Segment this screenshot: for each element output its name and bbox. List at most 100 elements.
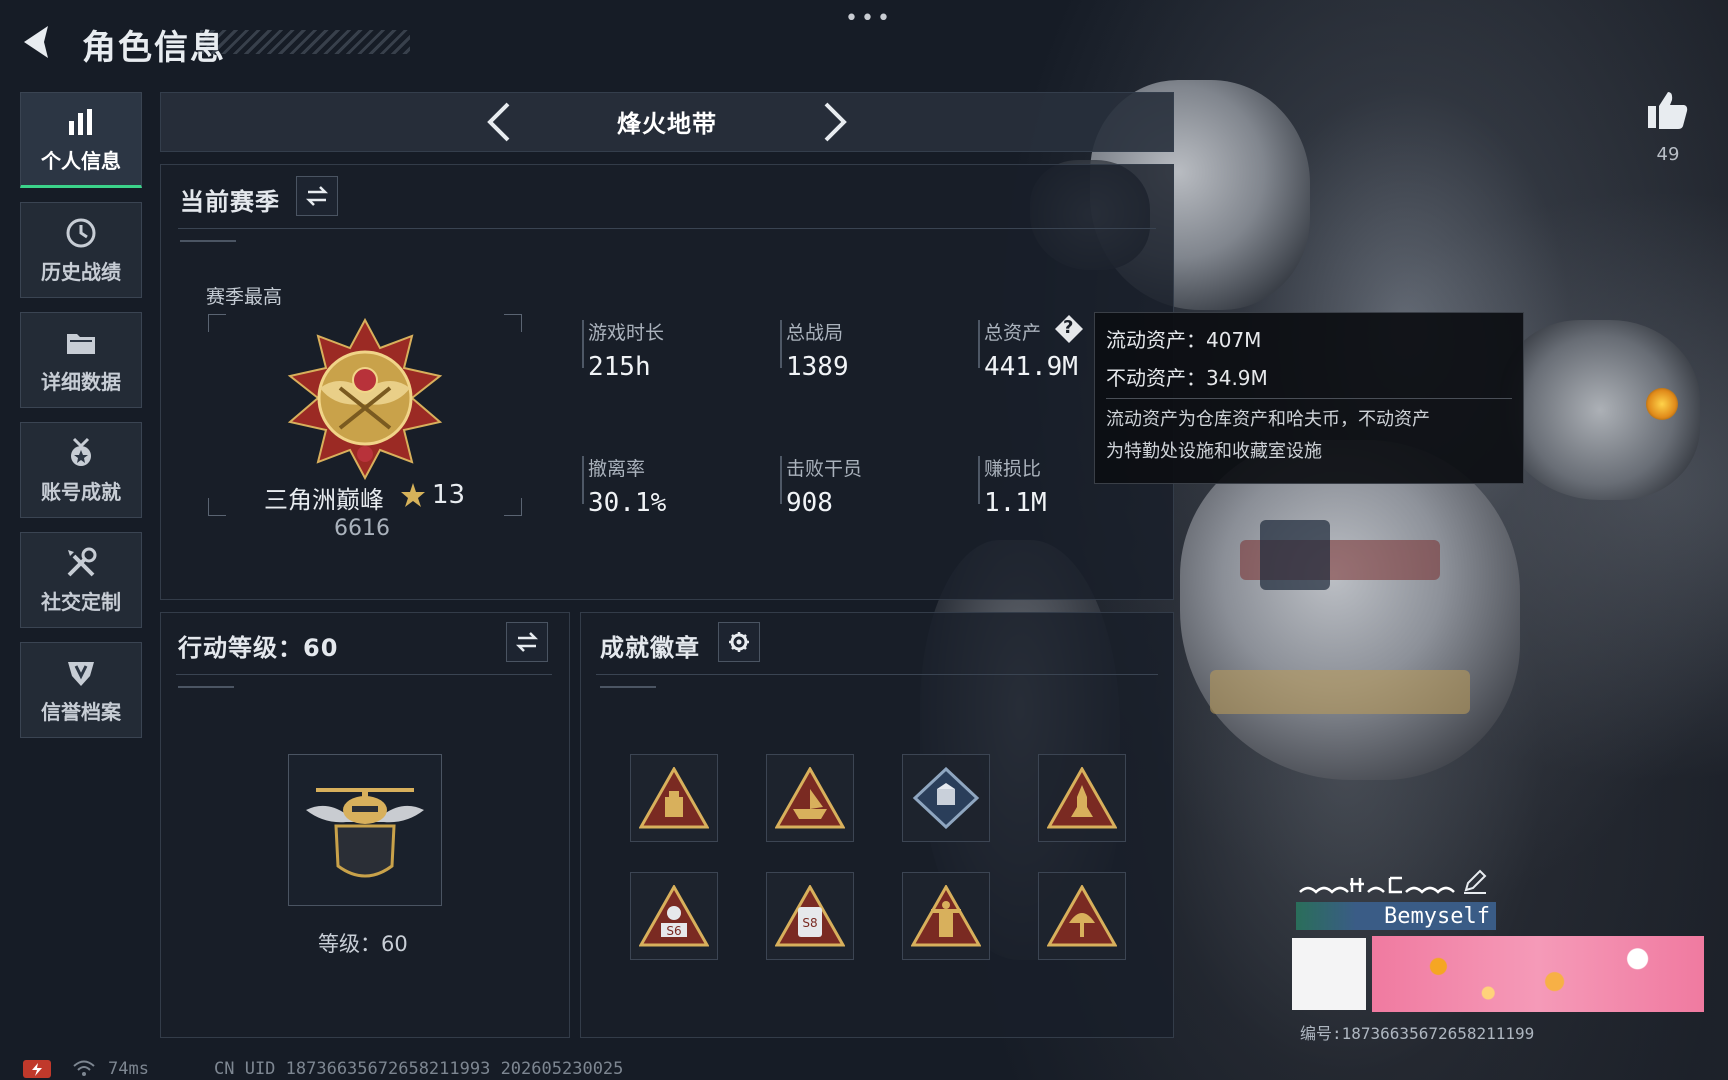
sidebar-item-label: 个人信息 [41, 148, 121, 173]
svg-text:S8: S8 [802, 916, 817, 930]
profile-id-label: Bemyself [1384, 904, 1490, 929]
rank-score: 6616 [334, 516, 390, 541]
stat-label-playtime: 游戏时长 [588, 322, 665, 344]
uid-info-text: CN UID 18736635672658211993 202605230025 [214, 1059, 624, 1079]
stat-bar [978, 320, 980, 368]
badges-title: 成就徽章 [600, 634, 700, 662]
boat-badge-icon [775, 767, 845, 829]
help-icon[interactable]: ? [1054, 314, 1084, 344]
stat-value-kills: 908 [786, 488, 833, 518]
badges-tick [600, 686, 656, 688]
sidebar-item-detailed-data[interactable]: 详细数据 [20, 312, 142, 408]
level-text: 等级：60 [318, 932, 408, 956]
badge-boat[interactable] [766, 754, 854, 842]
season-title: 当前赛季 [180, 188, 280, 216]
star-icon [401, 483, 425, 507]
badge-diamond-crate[interactable] [902, 754, 990, 842]
back-arrow-icon[interactable] [18, 22, 58, 62]
badge-s8[interactable]: S8 [766, 872, 854, 960]
stat-bar [582, 456, 584, 504]
page-title: 角色信息 [82, 28, 226, 68]
helicopter-emblem-icon [306, 788, 424, 878]
sidebar-item-personal-info[interactable]: 个人信息 [20, 92, 142, 188]
prev-mode-arrow-icon[interactable] [484, 100, 514, 144]
action-level-tick [178, 686, 234, 688]
badge-s6[interactable]: S6 [630, 872, 718, 960]
stat-bar [780, 456, 782, 504]
tower-badge-icon [911, 885, 981, 947]
stat-value-extract-rate: 30.1% [588, 488, 667, 518]
gear-icon [729, 632, 749, 652]
next-mode-arrow-icon[interactable] [820, 100, 850, 144]
rank-stars: 13 [432, 480, 466, 510]
rank-name: 三角洲巅峰 [264, 486, 384, 514]
stat-label-kills: 击败干员 [786, 458, 863, 480]
stat-bar [582, 320, 584, 368]
stat-label-total-matches: 总战局 [786, 322, 844, 344]
sidebar-item-label: 社交定制 [41, 589, 121, 614]
profile-banner-image [1372, 936, 1704, 1012]
season-tick [180, 240, 236, 242]
stat-value-profit-ratio: 1.1M [984, 488, 1047, 518]
svg-text:S6: S6 [666, 924, 681, 938]
sidebar-item-label: 账号成就 [41, 479, 121, 504]
history-clock-icon [66, 218, 96, 247]
bar-chart-icon [69, 108, 92, 135]
sidebar-item-reputation[interactable]: 信誉档案 [20, 642, 142, 738]
title-decoration [200, 30, 410, 54]
rocket-badge-icon [1047, 767, 1117, 829]
edit-pencil-icon[interactable] [1462, 868, 1488, 894]
shield-icon [68, 661, 94, 686]
swap-icon [305, 186, 329, 206]
mode-title: 烽火地带 [617, 110, 717, 138]
action-level-divider [176, 674, 552, 675]
tooltip-desc-line2: 为特勤处设施和收藏室设施 [1106, 441, 1322, 462]
medal-icon [71, 437, 91, 466]
season-divider [178, 228, 1156, 229]
sidebar-item-label: 详细数据 [41, 369, 121, 394]
badge-radar[interactable] [1038, 872, 1126, 960]
thumbs-up-icon[interactable] [1646, 88, 1690, 132]
season-switch-button[interactable] [296, 176, 338, 216]
stat-label-extract-rate: 撤离率 [588, 458, 646, 480]
stat-bar [978, 456, 980, 504]
avatar[interactable] [1292, 938, 1366, 1010]
wifi-icon [73, 1060, 95, 1076]
badges-settings-button[interactable] [718, 622, 760, 662]
badge-tower[interactable] [902, 872, 990, 960]
tooltip-desc-line1: 流动资产为仓库资产和哈夫币，不动资产 [1106, 409, 1430, 430]
ping-text: 74ms [108, 1059, 149, 1079]
sidebar-item-match-history[interactable]: 历史战绩 [20, 202, 142, 298]
sidebar-item-social-custom[interactable]: 社交定制 [20, 532, 142, 628]
action-level-switch-button[interactable] [506, 622, 548, 662]
radar-badge-icon [1047, 885, 1117, 947]
tools-icon [67, 547, 97, 576]
profile-uid-line: 编号:18736635672658211199 [1300, 1024, 1535, 1043]
badge-rocket[interactable] [1038, 754, 1126, 842]
s8-badge-icon: S8 [775, 885, 845, 947]
stat-label-total-assets: 总资产 [984, 322, 1042, 344]
battery-icon [23, 1060, 51, 1078]
badge-backpack[interactable] [630, 754, 718, 842]
season-best-label: 赛季最高 [206, 286, 283, 308]
stat-value-total-assets: 441.9M [984, 352, 1078, 382]
swap-icon [515, 632, 539, 652]
sidebar-item-achievements[interactable]: 账号成就 [20, 422, 142, 518]
tooltip-fixed-assets: 不动资产：34.9M [1106, 366, 1268, 390]
sidebar-item-label: 历史战绩 [41, 259, 121, 284]
more-options-icon[interactable]: ••• [845, 6, 893, 31]
like-count: 49 [1656, 144, 1680, 165]
stat-value-total-matches: 1389 [786, 352, 849, 382]
diamond-crate-badge-icon [912, 767, 980, 829]
stat-bar [780, 320, 782, 368]
s6-badge-icon: S6 [639, 885, 709, 947]
stat-value-playtime: 215h [588, 352, 651, 382]
sidebar-item-label: 信誉档案 [41, 699, 121, 724]
badges-divider [596, 674, 1158, 675]
action-level-title: 行动等级：60 [178, 634, 339, 662]
rank-emblem-icon [287, 318, 443, 480]
folder-icon [67, 333, 95, 354]
stat-label-profit-ratio: 赚损比 [984, 458, 1042, 480]
backpack-badge-icon [639, 767, 709, 829]
tooltip-liquid-assets: 流动资产：407M [1106, 328, 1262, 352]
